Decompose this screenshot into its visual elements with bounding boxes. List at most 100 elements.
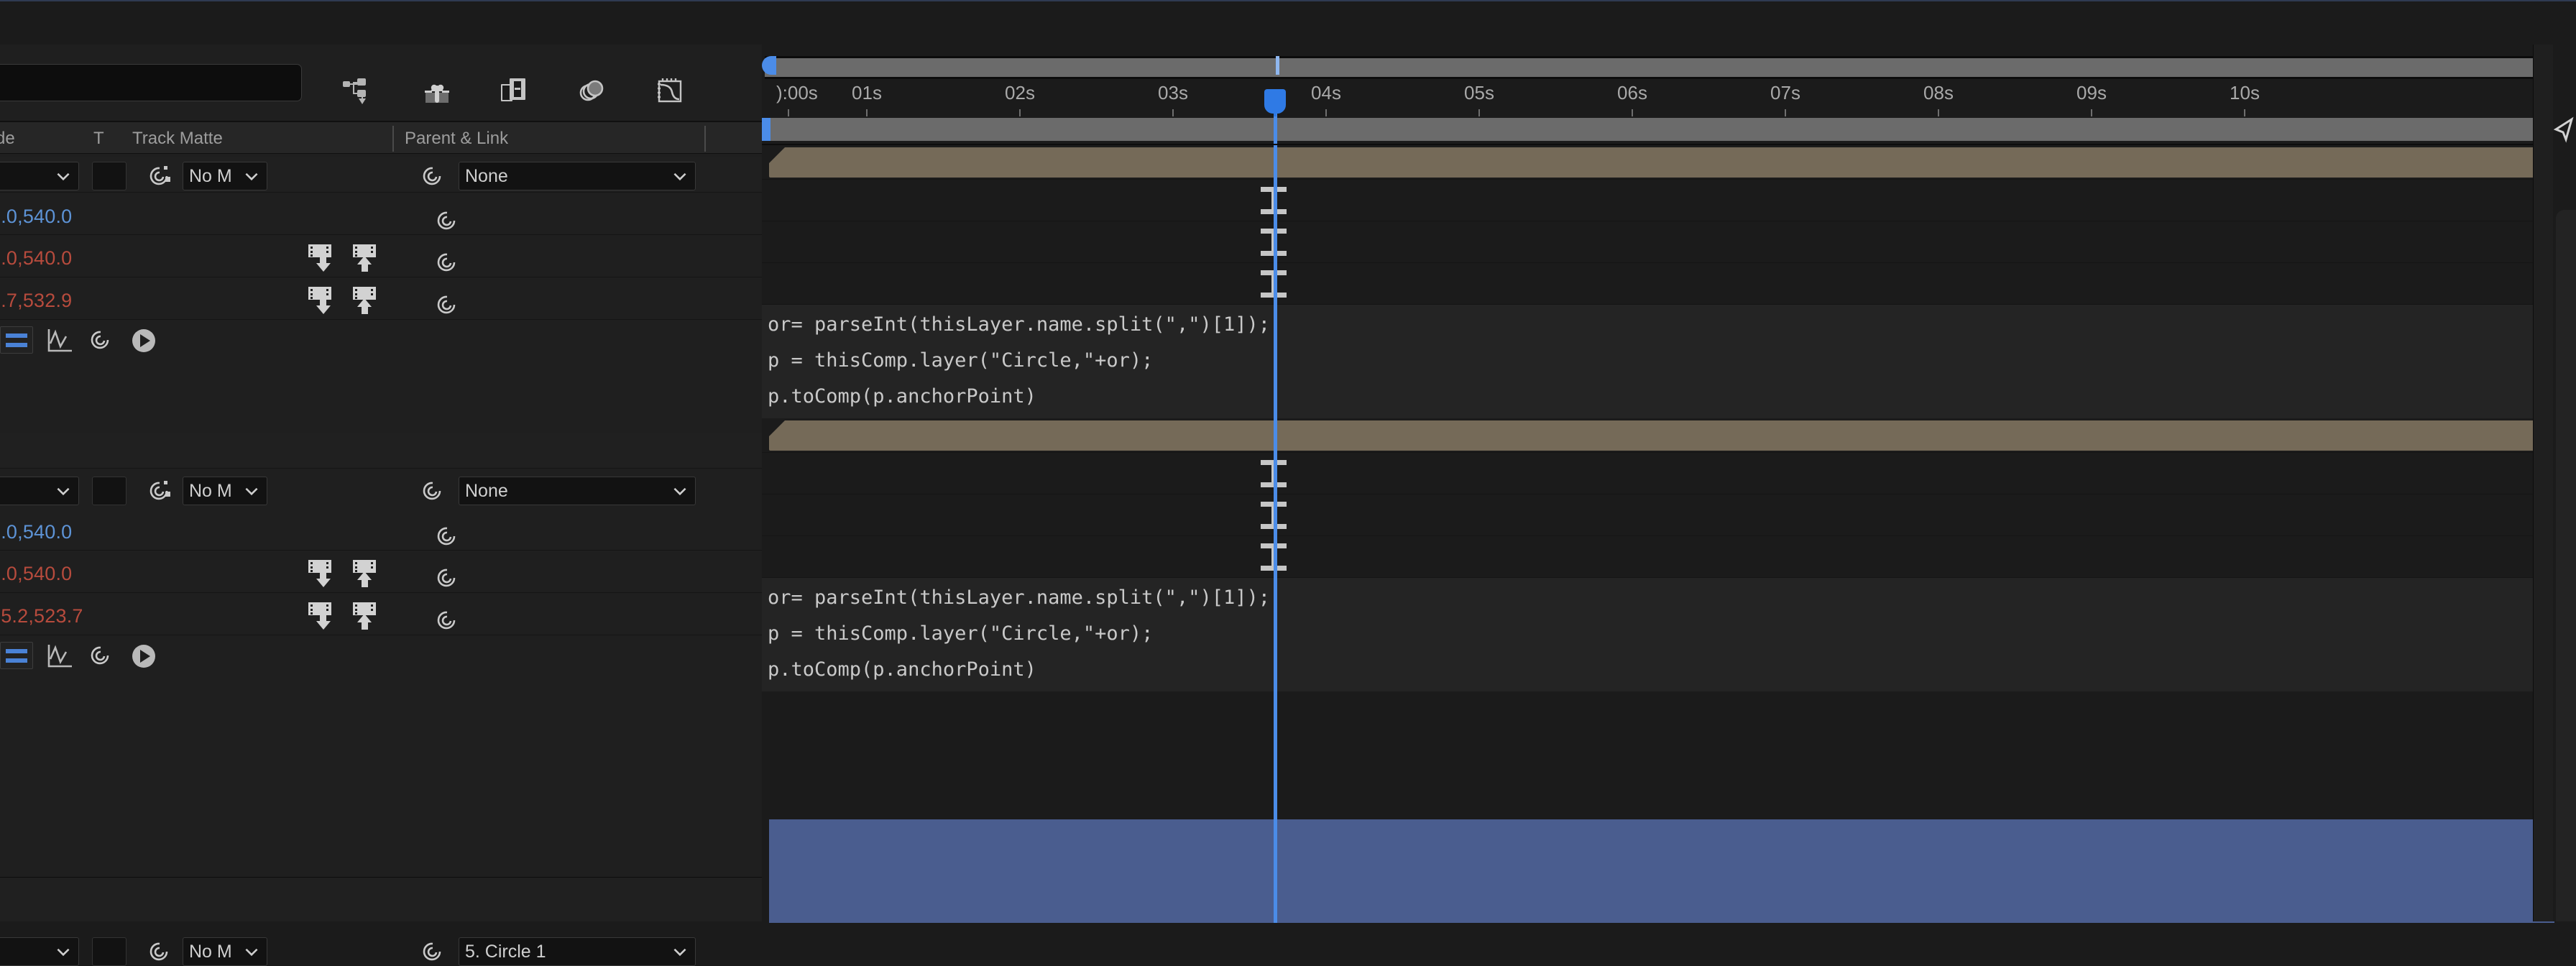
layer-2-prop3-pull-out-icon[interactable]: [350, 598, 383, 631]
layer-1-prop2-pull-out-icon[interactable]: [350, 240, 383, 273]
timeline-row-layer-2-prop-2[interactable]: [762, 494, 2554, 536]
layer-row-3[interactable]: [0, 877, 762, 921]
layer-2-prop2-pull-out-icon[interactable]: [350, 556, 383, 589]
layer-1-expression-enable-icon[interactable]: [0, 326, 33, 354]
layer-1-expression-line-2[interactable]: p = thisComp.layer("Circle,"+or);: [768, 349, 1153, 372]
layer-2-expression-language-menu-icon[interactable]: [128, 640, 160, 672]
layer-2-anchor-point-value[interactable]: 0.0,540.0: [0, 521, 72, 543]
timeline-row-layer-2-expression[interactable]: or= parseInt(thisLayer.name.split(",")[1…: [762, 578, 2554, 691]
timeline-zoom-handle-left[interactable]: [762, 56, 776, 75]
layer-3-track-matte-dropdown[interactable]: No M: [183, 937, 267, 966]
timeline-row-layer-1-prop-1[interactable]: [762, 180, 2554, 221]
layer-3-track-matte-pickwhip-icon[interactable]: [144, 939, 172, 965]
layer-2-t-box[interactable]: [92, 477, 126, 505]
layer-2-expression-graph-icon[interactable]: [45, 642, 75, 671]
layer-1-position-value[interactable]: 0.0,540.0: [0, 247, 72, 270]
layer-2-expression-line-1[interactable]: or= parseInt(thisLayer.name.split(",")[1…: [768, 586, 1270, 609]
layer-1-expression-controls-row: [0, 320, 762, 362]
layer-1-scale-value[interactable]: 7.7,532.9: [0, 290, 72, 312]
layer-1-property-row-1[interactable]: [0, 193, 762, 234]
chevron-down-icon: [245, 487, 258, 496]
layer-2-track-matte-dropdown[interactable]: No M: [183, 477, 267, 505]
column-parent-link[interactable]: Parent & Link: [405, 129, 508, 149]
layer-2-property-row-1[interactable]: [0, 508, 762, 550]
layer-1-track-matte-dropdown[interactable]: No M: [183, 162, 267, 190]
timeline-rows: or= parseInt(thisLayer.name.split(",")[1…: [762, 144, 2554, 923]
motion-blur-icon[interactable]: [572, 73, 612, 108]
work-area-start-handle[interactable]: [762, 118, 770, 141]
timeline-row-layer-3[interactable]: [762, 819, 2554, 923]
panel-toolbar: [0, 45, 762, 121]
layer-2-parent-dropdown[interactable]: None: [459, 477, 696, 505]
layer-1-expression-language-menu-icon[interactable]: [128, 325, 160, 356]
layer-1-expression-line-1[interactable]: or= parseInt(thisLayer.name.split(",")[1…: [768, 313, 1270, 336]
timeline-row-layer-1-expression[interactable]: or= parseInt(thisLayer.name.split(",")[1…: [762, 305, 2554, 418]
work-area-track[interactable]: [765, 118, 2546, 141]
layer-1-t-box[interactable]: [92, 162, 126, 190]
column-t[interactable]: T: [93, 129, 104, 149]
timeline-zoom-track[interactable]: [765, 56, 2546, 79]
layer-2-expression-controls-row: [0, 635, 762, 677]
draft-3d-icon[interactable]: [417, 73, 457, 108]
comp-mini-flowchart-icon[interactable]: [338, 73, 378, 108]
partial-cursor-icon: [2553, 116, 2574, 143]
timeline-row-layer-1-prop-2[interactable]: [762, 221, 2554, 263]
layer-1-parent-dropdown[interactable]: None: [459, 162, 696, 190]
layer-1-prop3-pickwhip-icon[interactable]: [431, 293, 460, 318]
layer-2-expression-line-3[interactable]: p.toComp(p.anchorPoint): [768, 658, 1036, 681]
tick-label-6: 06s: [1617, 82, 1647, 104]
layer-1-anchor-point-value[interactable]: 0.0,540.0: [0, 206, 72, 228]
timeline-nav-playhead-tick: [1276, 56, 1279, 75]
layer-2-mode-dropdown[interactable]: orn: [0, 477, 79, 505]
layer-1-track-matte-pickwhip-icon[interactable]: [144, 164, 172, 190]
work-area-bar[interactable]: [762, 116, 2554, 144]
layer-2-expression-line-2[interactable]: p = thisComp.layer("Circle,"+or);: [768, 622, 1153, 645]
layer-2-scale-value[interactable]: 75.2,523.7: [0, 605, 83, 627]
timeline-row-layer-2-prop-1[interactable]: [762, 453, 2554, 494]
layer-1-duration-bar[interactable]: [769, 147, 2554, 178]
layer-1-mode-dropdown[interactable]: orn: [0, 162, 79, 190]
layer-2-prop3-pull-in-icon[interactable]: [305, 598, 339, 631]
layer-2-track-matte-pickwhip-icon[interactable]: [144, 479, 172, 505]
layer-1-prop2-pull-in-icon[interactable]: [305, 240, 339, 273]
timeline-row-layer-1-prop-3[interactable]: [762, 263, 2554, 305]
layer-2-prop2-pull-in-icon[interactable]: [305, 556, 339, 589]
layer-1-parent-pickwhip-icon[interactable]: [417, 164, 446, 190]
layer-2-parent-pickwhip-icon[interactable]: [417, 479, 446, 505]
layer-1-prop3-pull-in-icon[interactable]: [305, 282, 339, 316]
layer-2-expression-pickwhip-icon[interactable]: [85, 642, 114, 671]
search-field-wrapper[interactable]: [0, 64, 302, 101]
playhead-line[interactable]: [1274, 145, 1277, 923]
layer-2-prop1-pickwhip-icon[interactable]: [431, 524, 460, 550]
layer-1-expression-pickwhip-icon[interactable]: [85, 326, 114, 355]
column-mode[interactable]: de: [0, 129, 15, 149]
layer-1-prop2-pickwhip-icon[interactable]: [431, 250, 460, 276]
chevron-down-icon: [245, 948, 258, 957]
layer-3-duration-bar[interactable]: [769, 819, 2554, 923]
layer-1-expression-line-3[interactable]: p.toComp(p.anchorPoint): [768, 385, 1036, 408]
layer-2-position-value[interactable]: 0.0,540.0: [0, 563, 72, 585]
adjacent-panel-body: [2556, 210, 2576, 921]
timeline-row-layer-2[interactable]: [762, 418, 2554, 453]
layer-2-parent-value: None: [465, 480, 508, 501]
frame-blending-icon[interactable]: [494, 73, 535, 108]
layer-1-expression-graph-icon[interactable]: [45, 326, 75, 355]
layer-2-duration-bar[interactable]: [769, 420, 2554, 451]
search-input[interactable]: [0, 65, 301, 101]
layer-3-t-box[interactable]: [92, 937, 126, 966]
timeline-row-layer-1[interactable]: [762, 145, 2554, 180]
layer-1-prop1-pickwhip-icon[interactable]: [431, 208, 460, 234]
layer-3-parent-dropdown[interactable]: 5. Circle 1: [459, 937, 696, 966]
column-track-matte[interactable]: Track Matte: [132, 129, 223, 149]
layer-2-expression-enable-icon[interactable]: [0, 642, 33, 669]
layer-2-prop2-pickwhip-icon[interactable]: [431, 566, 460, 592]
current-time-indicator[interactable]: [1264, 89, 1286, 116]
timeline-row-layer-2-prop-3[interactable]: [762, 536, 2554, 578]
graph-editor-icon[interactable]: [650, 73, 690, 108]
layer-2-prop3-pickwhip-icon[interactable]: [431, 608, 460, 634]
layer-1-prop3-pull-out-icon[interactable]: [350, 282, 383, 316]
layer-3-mode-dropdown[interactable]: orn: [0, 937, 79, 966]
layer-row-2[interactable]: [0, 433, 762, 468]
layer-3-parent-pickwhip-icon[interactable]: [417, 939, 446, 965]
time-ruler[interactable]: ):00s 01s 02s 03s 04s 05s 06s 07s 08s 09…: [762, 79, 2554, 116]
